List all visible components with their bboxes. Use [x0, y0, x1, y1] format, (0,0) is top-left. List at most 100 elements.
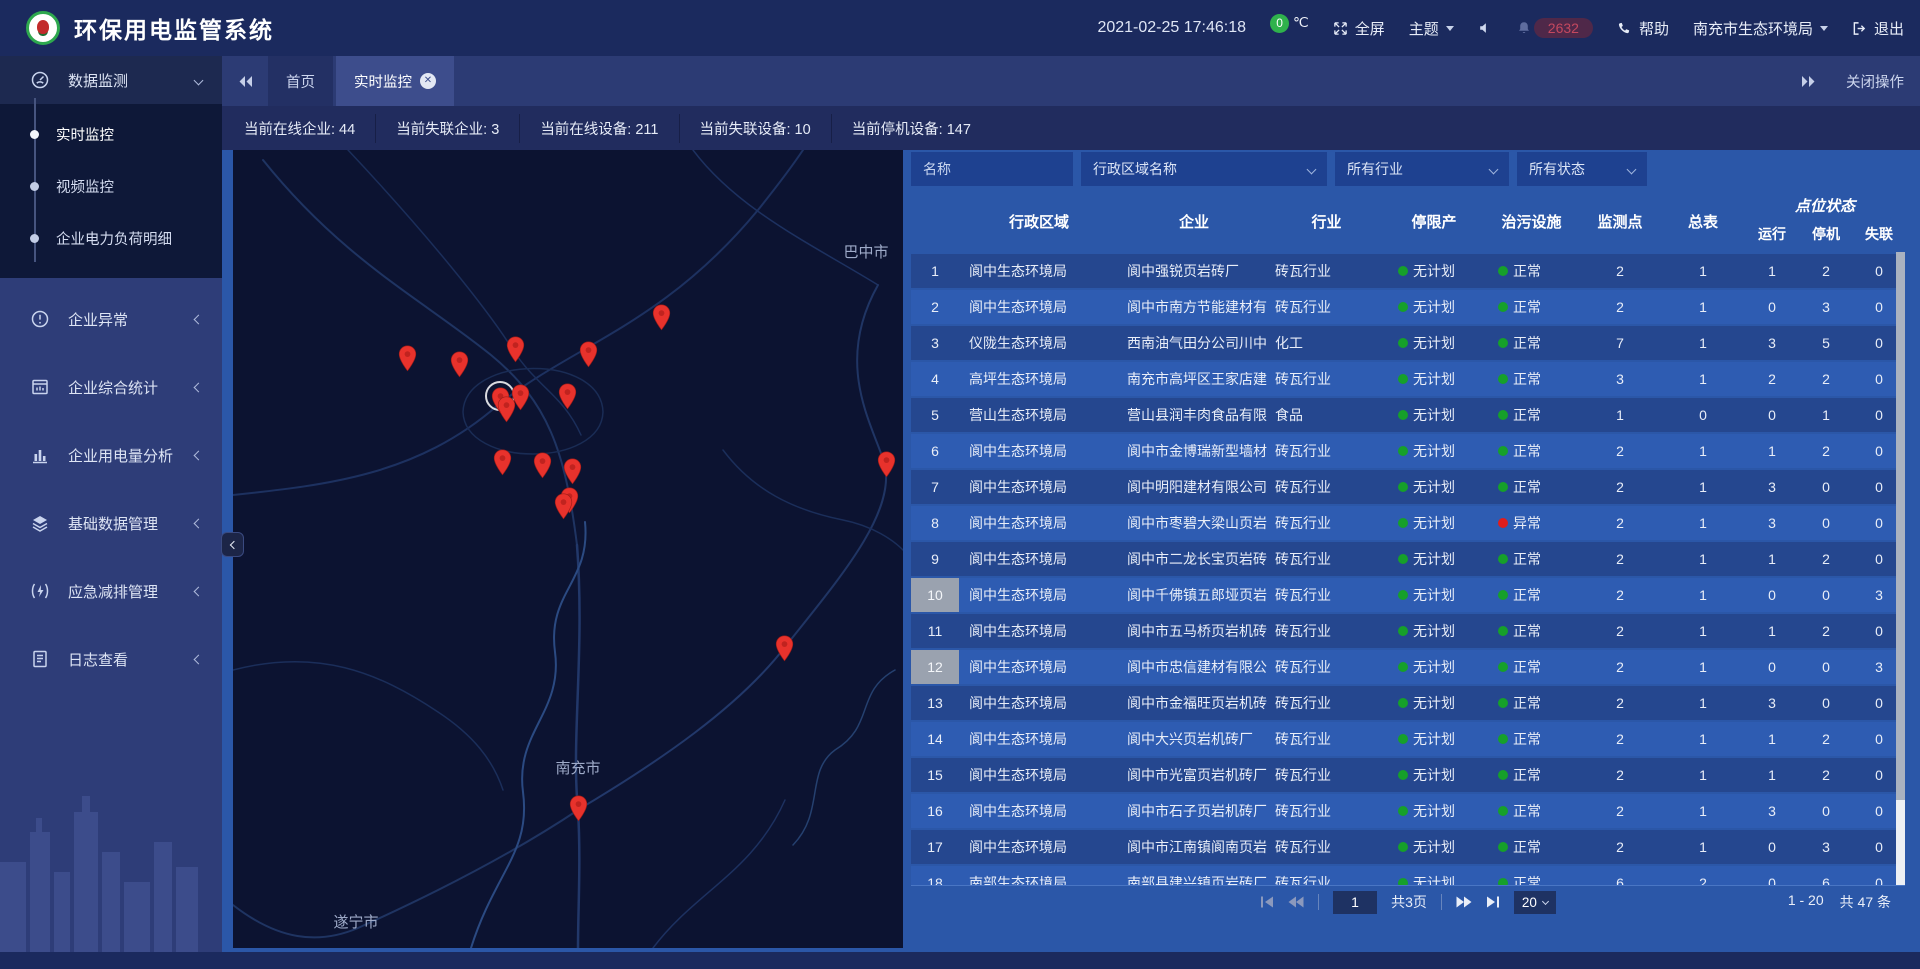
cell-stop-plan: 无计划 — [1384, 686, 1484, 720]
table-row[interactable]: 18南部生态环境局南部县建兴镇页岩砖厂砖瓦行业无计划正常62060 — [911, 866, 1905, 885]
table-row[interactable]: 6阆中生态环境局阆中市金博瑞新型墙材砖瓦行业无计划正常21120 — [911, 434, 1905, 468]
cell-facility: 正常 — [1484, 254, 1579, 288]
cell-company: 阆中市金博瑞新型墙材 — [1119, 434, 1269, 468]
table-row[interactable]: 8阆中生态环境局阆中市枣碧大梁山页岩砖瓦行业无计划异常21300 — [911, 506, 1905, 540]
map-pin-icon[interactable] — [554, 493, 573, 520]
sidebar-subitem[interactable]: 视频监控 — [0, 160, 222, 212]
theme-dropdown[interactable]: 主题 — [1409, 18, 1454, 39]
table-row[interactable]: 15阆中生态环境局阆中市光富页岩机砖厂砖瓦行业无计划正常21120 — [911, 758, 1905, 792]
tabs-scroll-left-button[interactable] — [222, 56, 268, 106]
map-pin-icon[interactable] — [450, 351, 469, 378]
prev-page-button[interactable] — [1288, 896, 1304, 908]
map-pin-icon[interactable] — [579, 341, 598, 368]
logout-button[interactable]: 退出 — [1852, 18, 1904, 39]
table-row[interactable]: 14阆中生态环境局阆中大兴页岩机砖厂砖瓦行业无计划正常21120 — [911, 722, 1905, 756]
stats-bar: 当前在线企业: 44当前失联企业: 3当前在线设备: 211当前失联设备: 10… — [222, 106, 1920, 150]
table-row[interactable]: 4高坪生态环境局南充市高坪区王家店建砖瓦行业无计划正常31220 — [911, 362, 1905, 396]
sidebar-item[interactable]: 企业异常 — [0, 292, 222, 346]
last-page-button[interactable] — [1486, 896, 1500, 908]
cell-index: 15 — [911, 758, 959, 792]
map-pin-icon[interactable] — [533, 452, 552, 479]
cell-industry: 砖瓦行业 — [1269, 650, 1384, 684]
status-dot-icon — [1498, 266, 1508, 276]
cell-facility: 正常 — [1484, 722, 1579, 756]
table-row[interactable]: 11阆中生态环境局阆中市五马桥页岩机砖砖瓦行业无计划正常21120 — [911, 614, 1905, 648]
notification-button[interactable]: 2632 — [1516, 18, 1593, 38]
sidebar-item[interactable]: 基础数据管理 — [0, 496, 222, 550]
close-operations-button[interactable]: 关闭操作 — [1846, 71, 1904, 92]
table-row[interactable]: 12阆中生态环境局阆中市忠信建材有限公砖瓦行业无计划正常21003 — [911, 650, 1905, 684]
double-chevron-left-icon — [238, 75, 253, 88]
map-pin-icon[interactable] — [497, 396, 516, 423]
map-pin-icon[interactable] — [493, 449, 512, 476]
sidebar-item[interactable]: 日志查看 — [0, 632, 222, 686]
table-row[interactable]: 7阆中生态环境局阆中明阳建材有限公司砖瓦行业无计划正常21300 — [911, 470, 1905, 504]
sidebar-item[interactable]: 数据监测 — [0, 56, 222, 104]
cell-meters: 1 — [1661, 506, 1745, 540]
cell-points: 2 — [1579, 650, 1661, 684]
fullscreen-button[interactable]: 全屏 — [1333, 18, 1385, 39]
table-row[interactable]: 9阆中生态环境局阆中市二龙长宝页岩砖砖瓦行业无计划正常21120 — [911, 542, 1905, 576]
page-input[interactable]: 1 — [1333, 891, 1377, 914]
column-header-company: 企业 — [1119, 190, 1269, 252]
tab-bar: 首页实时监控✕ 关闭操作 — [222, 56, 1920, 106]
table-row[interactable]: 5营山生态环境局营山县润丰肉食品有限食品无计划正常10010 — [911, 398, 1905, 432]
map-pin-icon[interactable] — [563, 458, 582, 485]
table-row[interactable]: 10阆中生态环境局阆中千佛镇五郎垭页岩砖瓦行业无计划正常21003 — [911, 578, 1905, 612]
map-pin-icon[interactable] — [652, 304, 671, 331]
tabs-scroll-right-button[interactable] — [1801, 75, 1816, 88]
cell-company: 阆中大兴页岩机砖厂 — [1119, 722, 1269, 756]
map-pin-icon[interactable] — [506, 336, 525, 363]
map-pin-icon[interactable] — [398, 345, 417, 372]
cell-index: 4 — [911, 362, 959, 396]
map-pin-icon[interactable] — [877, 451, 896, 478]
sidebar-subitem[interactable]: 企业电力负荷明细 — [0, 212, 222, 264]
map: 巴中市南充市遂宁市 — [233, 150, 903, 948]
region-select[interactable]: 行政区域名称 — [1081, 152, 1327, 186]
table-row[interactable]: 16阆中生态环境局阆中市石子页岩机砖厂砖瓦行业无计划正常21300 — [911, 794, 1905, 828]
tab[interactable]: 实时监控✕ — [336, 56, 454, 106]
help-button[interactable]: 帮助 — [1617, 18, 1669, 39]
cell-stop: 2 — [1799, 758, 1853, 792]
cell-stop: 2 — [1799, 434, 1853, 468]
sidebar-item[interactable]: 企业用电量分析 — [0, 428, 222, 482]
table-row[interactable]: 2阆中生态环境局阆中市南方节能建材有砖瓦行业无计划正常21030 — [911, 290, 1905, 324]
status-select[interactable]: 所有状态 — [1517, 152, 1647, 186]
tab[interactable]: 首页 — [268, 56, 333, 106]
pagination-bar: 1 共3页 20 — [911, 885, 1905, 918]
status-dot-icon — [1498, 878, 1508, 885]
cell-region: 阆中生态环境局 — [959, 686, 1119, 720]
table-row[interactable]: 13阆中生态环境局阆中市金福旺页岩机砖砖瓦行业无计划正常21300 — [911, 686, 1905, 720]
page-size-select[interactable]: 20 — [1514, 891, 1556, 914]
map-collapse-button[interactable] — [221, 532, 244, 557]
chevron-down-icon — [194, 75, 204, 85]
chevron-left-icon — [194, 450, 204, 460]
first-page-button[interactable] — [1260, 896, 1274, 908]
map-pin-icon[interactable] — [558, 383, 577, 410]
table-row[interactable]: 1阆中生态环境局阆中强锐页岩砖厂砖瓦行业无计划正常21120 — [911, 254, 1905, 288]
industry-select[interactable]: 所有行业 — [1335, 152, 1509, 186]
map-pin-icon[interactable] — [569, 795, 588, 822]
table-row[interactable]: 17阆中生态环境局阆中市江南镇阆南页岩砖瓦行业无计划正常21030 — [911, 830, 1905, 864]
name-search-input[interactable] — [911, 152, 1073, 186]
next-page-button[interactable] — [1456, 896, 1472, 908]
sidebar-subitem[interactable]: 实时监控 — [0, 108, 222, 160]
cell-points: 2 — [1579, 794, 1661, 828]
cell-index: 18 — [911, 866, 959, 885]
sound-button[interactable] — [1478, 21, 1492, 35]
org-dropdown[interactable]: 南充市生态环境局 — [1693, 18, 1828, 39]
table-row[interactable]: 3仪陇生态环境局西南油气田分公司川中化工无计划正常71350 — [911, 326, 1905, 360]
sidebar-item[interactable]: 企业综合统计 — [0, 360, 222, 414]
cell-facility: 正常 — [1484, 362, 1579, 396]
map-pin-icon[interactable] — [775, 635, 794, 662]
cell-meters: 1 — [1661, 614, 1745, 648]
status-dot-icon — [1398, 662, 1408, 672]
cell-stop-plan: 无计划 — [1384, 650, 1484, 684]
cell-run: 0 — [1745, 650, 1799, 684]
table-scrollbar[interactable] — [1896, 252, 1905, 885]
sidebar-menu: 数据监测实时监控视频监控企业电力负荷明细企业异常企业综合统计企业用电量分析基础数… — [0, 56, 222, 686]
close-icon[interactable]: ✕ — [420, 73, 436, 89]
cell-industry: 砖瓦行业 — [1269, 290, 1384, 324]
cell-meters: 1 — [1661, 254, 1745, 288]
sidebar-item[interactable]: 应急减排管理 — [0, 564, 222, 618]
